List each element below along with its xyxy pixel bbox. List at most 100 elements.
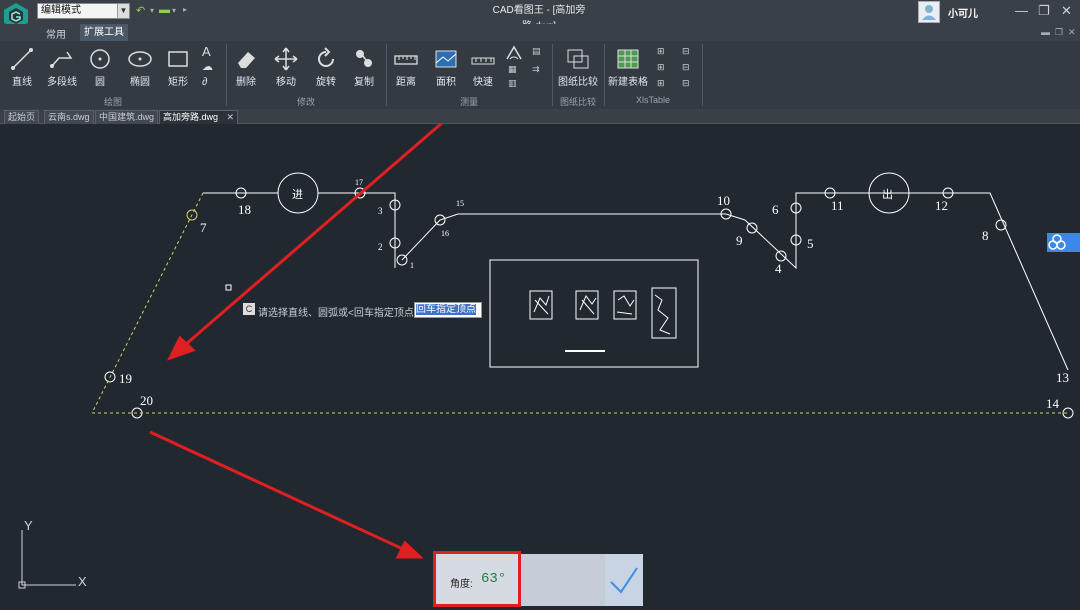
mode-select-value: 编辑模式 bbox=[41, 5, 81, 16]
angle-measure-button[interactable] bbox=[505, 45, 523, 61]
group-label-table: XlsTable bbox=[635, 95, 671, 105]
distance-tool-button[interactable]: 距离 bbox=[386, 44, 426, 90]
rotate-tool-label: 旋转 bbox=[316, 77, 336, 88]
point-marker bbox=[775, 250, 787, 262]
point-label: 14 bbox=[1046, 396, 1060, 411]
menu-tab-row bbox=[0, 24, 1080, 41]
table-row-icon[interactable]: ⊞ bbox=[657, 46, 665, 57]
measure-extra-icon[interactable]: ▤ bbox=[532, 46, 541, 57]
ribbon-close-icon[interactable]: ✕ bbox=[1068, 27, 1076, 38]
table-split-icon[interactable]: ⊟ bbox=[682, 78, 690, 89]
rotate-tool-button[interactable]: 旋转 bbox=[306, 44, 346, 90]
folder-dropdown-icon[interactable]: ▾ bbox=[172, 6, 176, 15]
rectangle-tool-button[interactable]: 矩形 bbox=[158, 44, 198, 90]
ucs-axis-icon bbox=[18, 530, 76, 589]
rectangle-icon bbox=[168, 51, 188, 67]
measure-option-icon[interactable]: ▦ bbox=[508, 64, 517, 75]
tab-close-icon[interactable]: ✕ bbox=[227, 112, 235, 122]
customize-icon[interactable]: ▸ bbox=[183, 5, 187, 14]
user-avatar[interactable] bbox=[918, 1, 940, 23]
mode-select[interactable]: 编辑模式 ▼ bbox=[37, 3, 130, 19]
angle-result-box: 角度: 63° bbox=[433, 551, 521, 607]
restore-icon[interactable]: ❐ bbox=[1038, 3, 1050, 19]
copy-icon bbox=[356, 50, 372, 67]
line-tool-label: 直线 bbox=[12, 77, 32, 88]
area-tool-button[interactable]: 面积 bbox=[426, 44, 466, 90]
point-label: 17 bbox=[355, 178, 363, 187]
point-label: 9 bbox=[736, 233, 743, 248]
polyline-tool-label: 多段线 bbox=[47, 77, 77, 88]
compare-drawing-label: 图纸比较 bbox=[558, 77, 598, 88]
circle-tool-button[interactable]: 圆 bbox=[80, 44, 120, 90]
undo-dropdown-icon[interactable]: ▾ bbox=[150, 6, 154, 15]
point-label: 19 bbox=[119, 371, 132, 386]
cloud-sync-icon bbox=[1048, 234, 1066, 250]
close-icon[interactable]: ✕ bbox=[1061, 3, 1072, 19]
point-label: 12 bbox=[935, 198, 948, 213]
delete-tool-label: 删除 bbox=[236, 77, 256, 88]
quick-measure-button[interactable]: 快速 bbox=[463, 44, 503, 90]
chevron-down-icon[interactable]: ▼ bbox=[117, 4, 129, 18]
table-merge-icon[interactable]: ⊞ bbox=[657, 78, 665, 89]
doc-tab-active[interactable]: 高加旁路.dwg ✕ bbox=[159, 110, 239, 124]
ellipse-tool-button[interactable]: 椭圆 bbox=[120, 44, 160, 90]
circle-tool-label: 圆 bbox=[95, 77, 105, 88]
move-tool-button[interactable]: 移动 bbox=[266, 44, 306, 90]
doc-tab-china-building[interactable]: 中国建筑.dwg bbox=[95, 110, 159, 124]
ribbon-restore-icon[interactable]: ❐ bbox=[1055, 27, 1063, 38]
rectangle-tool-label: 矩形 bbox=[168, 77, 188, 88]
drawing-canvas[interactable]: 进 出 1 2 3 4 5 6 7 8 9 10 11 12 13 14 15 … bbox=[0, 124, 1080, 610]
prompt-input-value: 回车指定顶点 bbox=[416, 304, 476, 315]
prompt-input[interactable]: 回车指定顶点 bbox=[414, 302, 482, 318]
quick-ruler-icon bbox=[471, 57, 495, 65]
point-label: 20 bbox=[140, 393, 153, 408]
text-tool-icon[interactable]: A bbox=[202, 44, 211, 59]
user-name[interactable]: 小可儿 bbox=[948, 5, 978, 20]
copy-tool-button[interactable]: 复制 bbox=[344, 44, 384, 90]
side-widget-button[interactable] bbox=[1047, 233, 1080, 252]
doc-tab-yunnan[interactable]: 云南s.dwg bbox=[44, 110, 94, 124]
polyline-tool-button[interactable]: 多段线 bbox=[42, 44, 82, 90]
undo-icon[interactable]: ↶ bbox=[136, 4, 145, 17]
ellipse-icon bbox=[128, 51, 152, 67]
route-line bbox=[318, 192, 396, 268]
measure-option-icon-3[interactable]: ▥ bbox=[508, 78, 517, 89]
measure-option-icon-2[interactable]: ⇉ bbox=[532, 64, 540, 75]
minimize-icon[interactable]: — bbox=[1015, 3, 1028, 18]
cloud-tool-icon[interactable]: ☁ bbox=[202, 60, 213, 73]
table-delete-icon[interactable]: ⊟ bbox=[682, 62, 690, 73]
point-marker bbox=[746, 222, 758, 234]
point-label: 5 bbox=[807, 236, 814, 251]
tab-normal[interactable]: 常用 bbox=[46, 26, 66, 41]
line-tool-button[interactable]: 直线 bbox=[2, 44, 42, 90]
doc-tab-active-label: 高加旁路.dwg bbox=[163, 112, 219, 122]
doc-tab-start[interactable]: 起始页 bbox=[4, 110, 40, 124]
delete-tool-button[interactable]: 删除 bbox=[226, 44, 266, 90]
move-tool-label: 移动 bbox=[276, 77, 296, 88]
compare-icon bbox=[567, 49, 589, 69]
prompt-text: 请选择直线、圆弧或<回车指定顶点> bbox=[258, 308, 420, 319]
copy-tool-label: 复制 bbox=[354, 77, 374, 88]
table-insert-icon[interactable]: ⊞ bbox=[657, 62, 665, 73]
move-icon bbox=[274, 47, 298, 71]
group-label-compare: 图纸比较 bbox=[559, 97, 596, 107]
new-table-button[interactable]: 新建表格 bbox=[606, 44, 650, 90]
result-panel-spacer bbox=[521, 554, 605, 606]
user-icon bbox=[922, 5, 936, 20]
confirm-button[interactable] bbox=[605, 554, 643, 606]
new-table-label: 新建表格 bbox=[608, 77, 648, 88]
checkmark-icon bbox=[610, 567, 638, 594]
tab-extension-tools[interactable]: 扩展工具 bbox=[80, 24, 128, 41]
open-folder-icon[interactable]: ▬ bbox=[159, 4, 170, 16]
command-icon: C bbox=[243, 303, 255, 315]
snap-marker bbox=[225, 284, 232, 291]
area-icon bbox=[435, 50, 457, 68]
polyline-icon bbox=[50, 51, 73, 68]
table-col-icon[interactable]: ⊟ bbox=[682, 46, 690, 57]
compare-drawing-button[interactable]: 图纸比较 bbox=[556, 44, 600, 90]
point-label: 4 bbox=[775, 261, 782, 276]
ribbon-minimize-icon[interactable]: ▬ bbox=[1041, 27, 1050, 37]
freehand-tool-icon[interactable]: ∂ bbox=[202, 76, 207, 88]
point-label: 18 bbox=[238, 202, 251, 217]
point-label: 2 bbox=[378, 242, 383, 252]
